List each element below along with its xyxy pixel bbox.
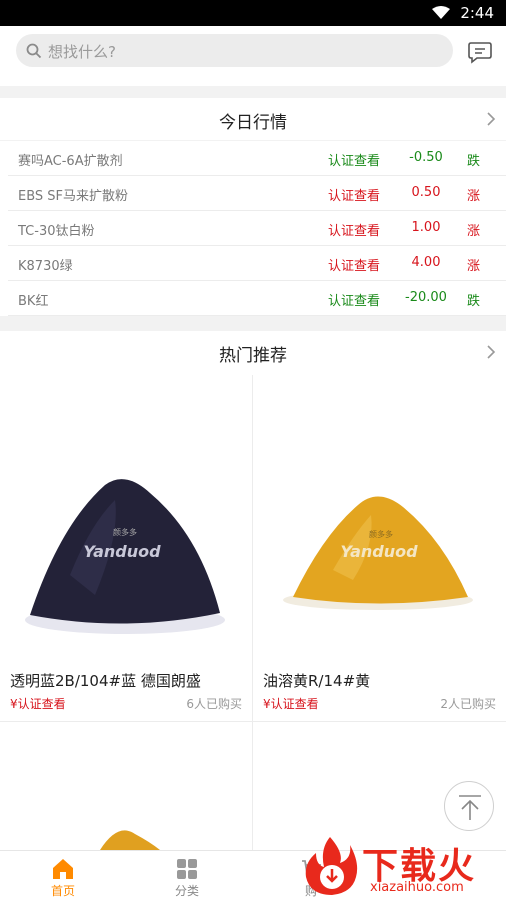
market-row-cert[interactable]: 认证查看 — [328, 255, 380, 274]
product-card[interactable]: Yanduod 颜多多 油溶黄R/14#黄 ¥认证查看 2人已购买 — [253, 375, 506, 721]
market-row-direction: 涨 — [467, 259, 481, 274]
market-row-value: 0.50 — [411, 185, 441, 200]
market-row-direction: 跌 — [467, 154, 481, 169]
tab-label: 首页 — [50, 884, 75, 898]
product-image[interactable] — [0, 722, 252, 850]
product-price: ¥认证查看 — [263, 697, 319, 711]
product-title[interactable]: 油溶黄R/14#黄 — [263, 670, 370, 691]
product-sold: 6人已购买 — [186, 697, 242, 711]
search-placeholder: 想找什么? — [48, 43, 116, 61]
market-row[interactable]: BK红 认证查看 -20.00 跌 — [8, 281, 506, 316]
market-row-cert[interactable]: 认证查看 — [328, 290, 380, 309]
hot-title: 热门推荐 — [219, 346, 287, 366]
market-row-direction: 涨 — [467, 189, 481, 204]
grid-icon — [177, 859, 197, 879]
back-to-top-button[interactable] — [444, 781, 494, 831]
flame-logo-icon — [305, 837, 358, 895]
home-icon — [53, 859, 73, 879]
market-row-name: TC-30钛白粉 — [18, 224, 95, 239]
product-card[interactable] — [0, 722, 252, 850]
watermark-domain: xiazaihuo.com — [370, 880, 464, 895]
status-time: 2:44 — [460, 4, 494, 22]
search-icon — [26, 43, 42, 59]
market-header[interactable]: 今日行情 — [0, 98, 506, 140]
chevron-right-icon — [487, 112, 496, 126]
product-grid: Yanduod 颜多多 透明蓝2B/104#蓝 德国朗盛 ¥认证查看 6人已购买… — [0, 375, 506, 850]
market-row[interactable]: K8730绿 认证查看 4.00 涨 — [8, 246, 506, 281]
market-row-value: -0.50 — [409, 150, 443, 165]
product-image[interactable]: Yanduod 颜多多 — [0, 375, 252, 665]
search-input[interactable]: 想找什么? — [16, 34, 453, 67]
product-sold: 2人已购买 — [440, 697, 496, 711]
market-row[interactable]: EBS SF马来扩散粉 认证查看 0.50 涨 — [8, 176, 506, 211]
svg-text:Yanduod: Yanduod — [83, 542, 161, 561]
tab-label: 分类 — [174, 884, 199, 898]
market-row[interactable]: TC-30钛白粉 认证查看 1.00 涨 — [8, 211, 506, 246]
wifi-icon — [432, 6, 450, 19]
market-title: 今日行情 — [219, 113, 287, 133]
tab-home[interactable]: 首页 — [0, 851, 126, 900]
market-row-direction: 涨 — [467, 224, 481, 239]
product-price: ¥认证查看 — [10, 697, 66, 711]
market-row-name: 赛吗AC-6A扩散剂 — [18, 154, 123, 169]
market-row-name: BK红 — [18, 294, 49, 309]
hot-header[interactable]: 热门推荐 — [0, 331, 506, 375]
market-row-name: EBS SF马来扩散粉 — [18, 189, 129, 204]
product-image[interactable]: Yanduod 颜多多 — [253, 375, 505, 665]
svg-text:颜多多: 颜多多 — [113, 527, 137, 537]
market-row-value: 1.00 — [411, 220, 441, 235]
search-bar: 想找什么? — [0, 26, 506, 86]
status-bar: 2:44 — [0, 0, 506, 26]
svg-text:颜多多: 颜多多 — [369, 529, 393, 539]
watermark: 下载火 xiazaihuo.com — [300, 835, 506, 900]
market-row-name: K8730绿 — [18, 259, 73, 274]
market-row-value: 4.00 — [411, 255, 441, 270]
arrow-up-icon — [459, 795, 481, 820]
message-icon[interactable] — [467, 40, 493, 64]
market-list: 赛吗AC-6A扩散剂 认证查看 -0.50 跌 EBS SF马来扩散粉 认证查看… — [0, 141, 506, 316]
market-row-direction: 跌 — [467, 294, 481, 309]
chevron-right-icon — [487, 345, 496, 359]
market-row-cert[interactable]: 认证查看 — [328, 185, 380, 204]
product-title[interactable]: 透明蓝2B/104#蓝 德国朗盛 — [10, 670, 201, 691]
market-row-cert[interactable]: 认证查看 — [328, 220, 380, 239]
tab-category[interactable]: 分类 — [124, 851, 250, 900]
market-row-value: -20.00 — [405, 290, 447, 305]
market-row-cert[interactable]: 认证查看 — [328, 150, 380, 169]
svg-text:Yanduod: Yanduod — [340, 542, 418, 561]
product-card[interactable]: Yanduod 颜多多 透明蓝2B/104#蓝 德国朗盛 ¥认证查看 6人已购买 — [0, 375, 252, 721]
market-row[interactable]: 赛吗AC-6A扩散剂 认证查看 -0.50 跌 — [8, 141, 506, 176]
